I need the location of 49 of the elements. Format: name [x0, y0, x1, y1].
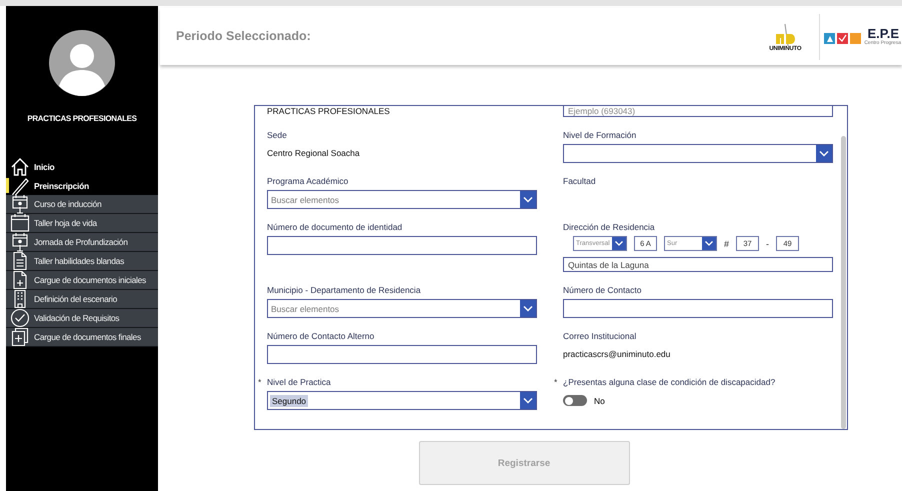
nav-item[interactable]: Preinscripción	[6, 176, 158, 195]
field-value: Centro Regional Soacha	[267, 147, 361, 160]
dropdown[interactable]: Buscar elementos	[267, 190, 537, 209]
add-document-icon	[10, 327, 30, 347]
caret-icon	[702, 237, 716, 250]
caret-icon	[520, 300, 536, 317]
home-icon	[10, 156, 30, 176]
input-field[interactable]	[267, 236, 537, 255]
field-label: Municipio - Departamento de Residencia	[267, 284, 422, 296]
field-label: Correo Institucional	[563, 330, 638, 342]
page-title: Periodo Seleccionado:	[176, 28, 312, 42]
field-label: Dirección de Residencia	[563, 221, 656, 233]
input-field[interactable]	[267, 345, 537, 364]
required-mark: *	[258, 376, 262, 388]
input-field[interactable]	[563, 299, 833, 318]
field-label: Nivel de Formación	[563, 129, 638, 141]
input-field[interactable]: Ejemplo (693043)	[563, 106, 833, 117]
field-label: Número de Contacto	[563, 284, 642, 296]
caret-icon	[612, 237, 626, 250]
address-separator: -	[766, 238, 770, 248]
presentation-icon	[10, 232, 30, 252]
toggle-switch[interactable]	[563, 395, 587, 406]
calendar-icon	[10, 213, 30, 233]
caret-icon	[816, 145, 832, 162]
field-value: PRACTICAS PROFESIONALES	[267, 106, 391, 117]
presentation-icon	[10, 194, 30, 214]
field-label: Sede	[267, 129, 288, 141]
scrollbar[interactable]	[841, 136, 846, 429]
toggle-state: No	[594, 396, 605, 406]
pencil-icon	[10, 176, 30, 196]
field-label: Facultad	[563, 175, 597, 187]
avatar	[49, 30, 115, 96]
field-label: Número de documento de identidad	[267, 221, 404, 233]
field-label: Nivel de Practica	[267, 376, 332, 388]
required-mark: *	[554, 376, 558, 388]
field-label: Número de Contacto Alterno	[267, 330, 376, 342]
dropdown[interactable]: Buscar elementos	[267, 299, 537, 318]
address-separator: #	[724, 238, 730, 248]
field-value: practicascrs@uniminuto.edu	[563, 348, 672, 361]
nav-item[interactable]: Inicio	[6, 157, 158, 176]
field-label: ¿Presentas alguna clase de condición de discapacidad?	[563, 376, 776, 388]
check-circle-icon	[10, 308, 30, 328]
dropdown[interactable]: Segundo	[267, 391, 537, 410]
caret-icon	[520, 191, 536, 208]
dropdown[interactable]	[563, 144, 833, 163]
profile-title: PRACTICAS PROFESIONALES	[27, 114, 137, 123]
input-field[interactable]: Quintas de la Laguna	[563, 257, 833, 272]
field-label: Programa Académico	[267, 175, 350, 187]
caret-icon	[520, 392, 536, 409]
